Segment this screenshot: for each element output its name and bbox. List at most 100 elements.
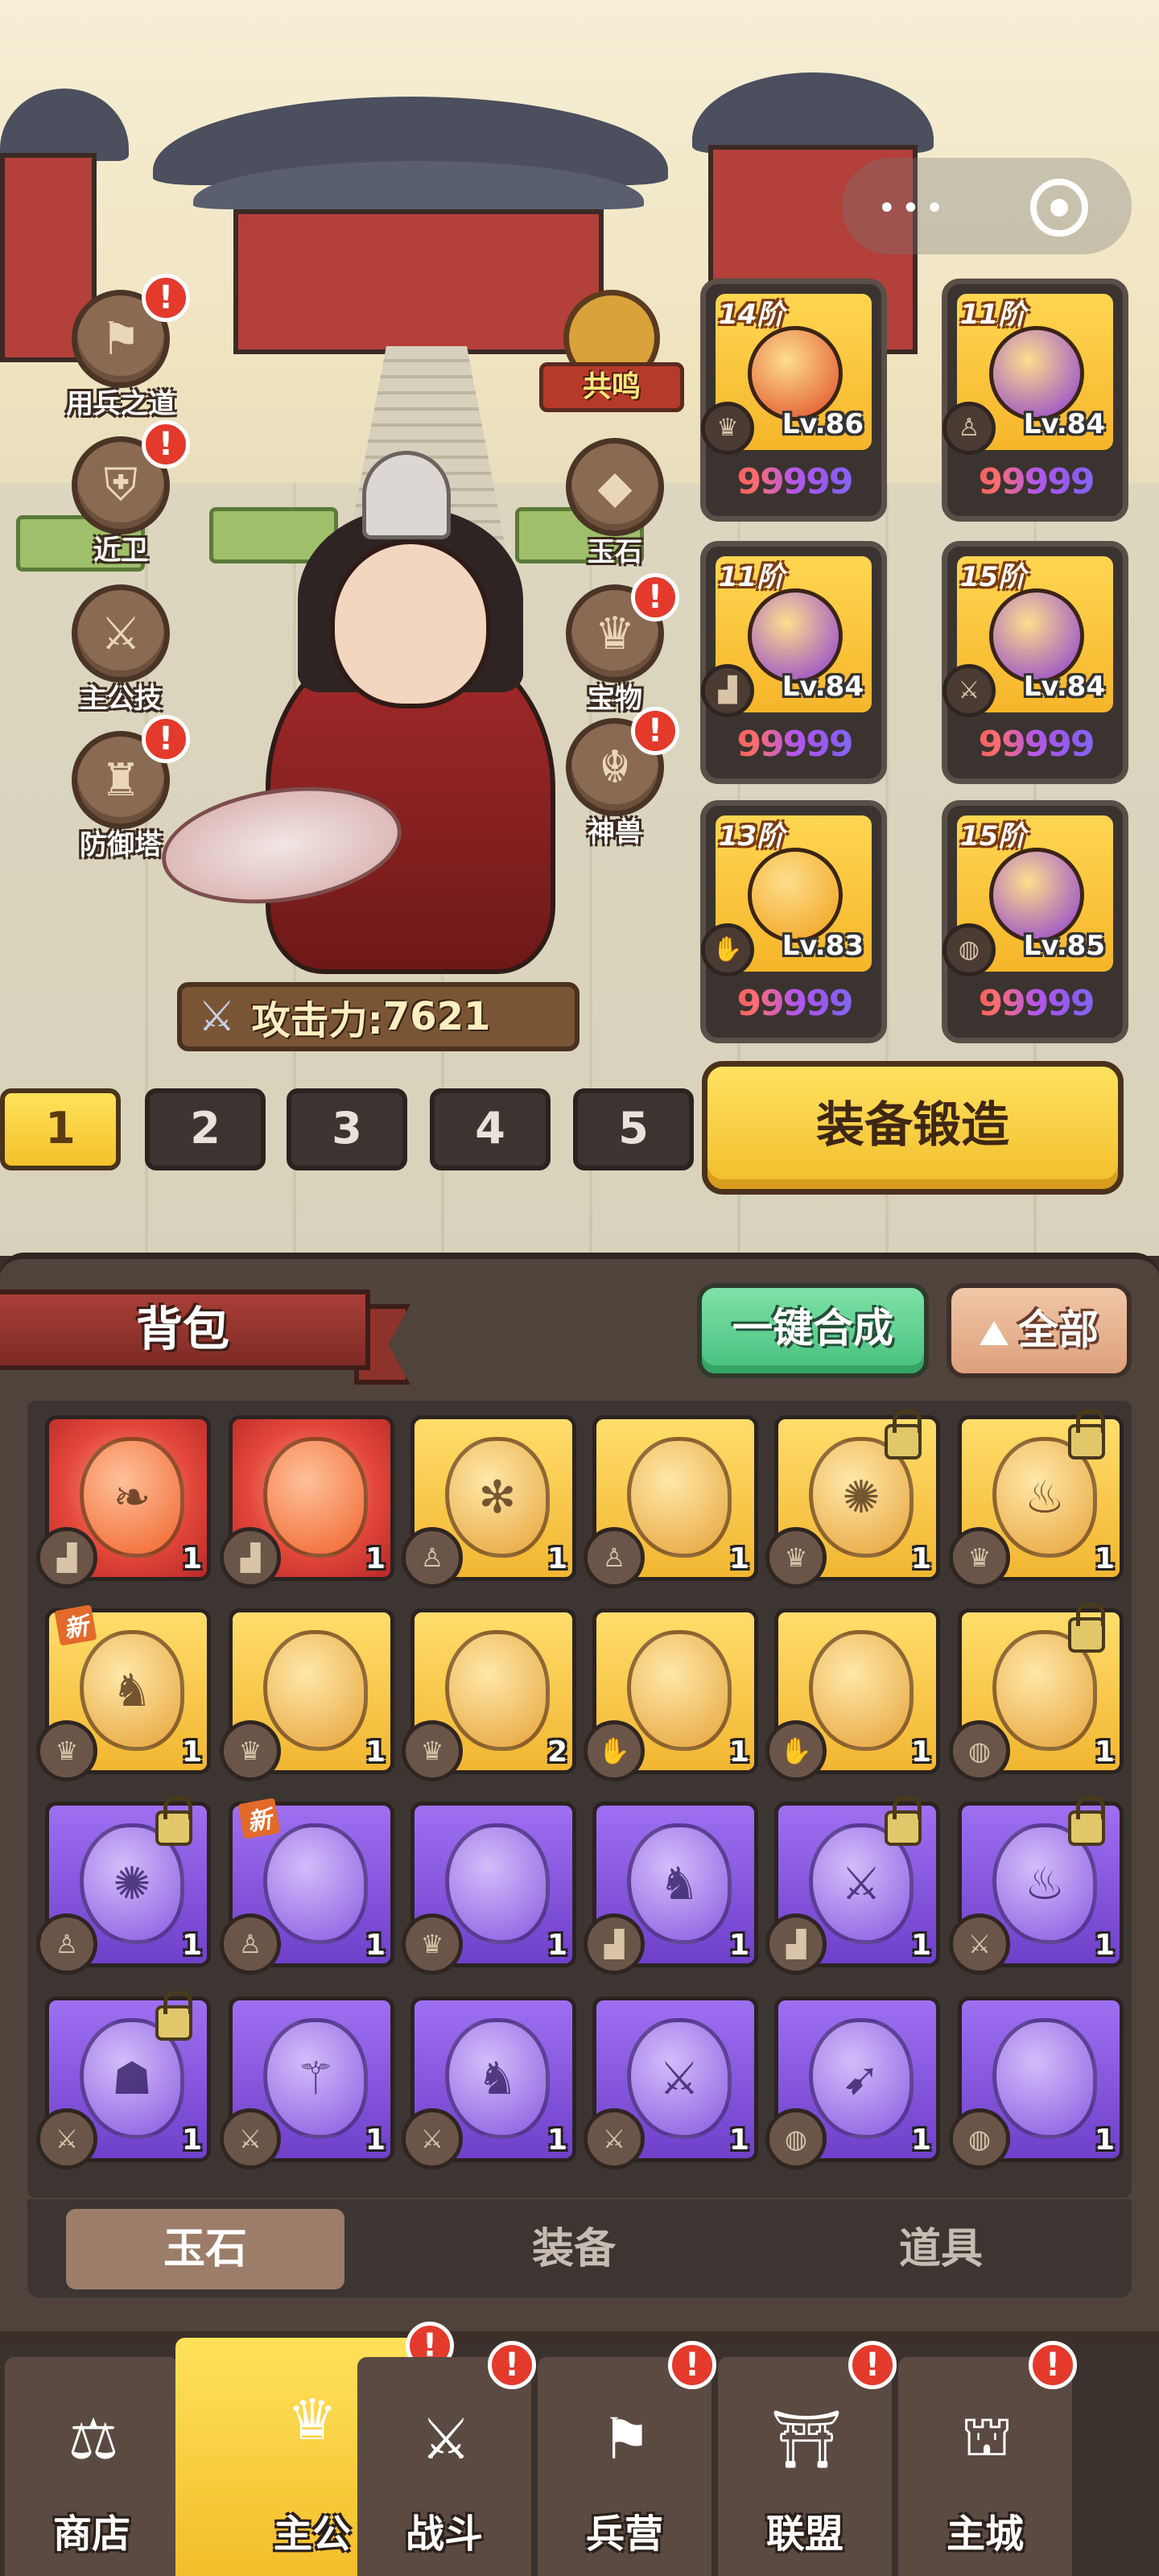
alert-badge: ! bbox=[488, 2341, 536, 2389]
item-count: 1 bbox=[547, 2124, 567, 2157]
bag-item[interactable]: 1 ▟ bbox=[220, 1415, 394, 1588]
item-count: 1 bbox=[910, 1929, 931, 1962]
bag-item[interactable]: 1 ◍ bbox=[949, 1996, 1124, 2169]
tier-label: 15阶 bbox=[960, 820, 1026, 852]
jade-gem-icon bbox=[809, 1630, 914, 1751]
item-count: 2 bbox=[547, 1736, 567, 1769]
loadout-tab-3[interactable]: 3 bbox=[287, 1088, 407, 1170]
bag-item[interactable]: ⚔ 1 ▟ bbox=[765, 1796, 940, 1975]
lock-icon bbox=[155, 1991, 192, 2041]
nav-barracks[interactable]: ⚑ 兵营! bbox=[538, 2341, 716, 2576]
one-click-merge-button[interactable]: 一键合成 bbox=[697, 1283, 929, 1378]
jade-gem-icon: ⚔ bbox=[627, 2018, 732, 2139]
bag-tab-2[interactable]: 道具 bbox=[802, 2209, 1080, 2289]
jade-gem-icon bbox=[627, 1437, 732, 1558]
bag-item[interactable]: ✺ 1 ♙ bbox=[36, 1796, 211, 1975]
loadout-tab-4[interactable]: 4 bbox=[430, 1088, 551, 1170]
loadout-tab-5[interactable]: 5 bbox=[573, 1088, 694, 1170]
loadout-tab-2[interactable]: 2 bbox=[145, 1088, 266, 1170]
more-menu-icon[interactable]: ••• bbox=[877, 190, 949, 227]
loadout-tab-1[interactable]: 1 bbox=[0, 1088, 121, 1170]
item-count: 1 bbox=[728, 1736, 749, 1769]
hero-crown bbox=[362, 451, 451, 539]
ring-slot-icon: ◍ bbox=[949, 2108, 1010, 2169]
bag-item[interactable]: 2 ♛ bbox=[402, 1608, 576, 1781]
equipment-slot-ring[interactable]: 15阶 Lv.85 ◍ 99999 bbox=[942, 800, 1128, 1043]
bag-title: 背包 bbox=[0, 1290, 370, 1370]
sword-slot-icon: ⚔ bbox=[942, 664, 996, 717]
alert-badge: ! bbox=[1029, 2341, 1077, 2389]
bag-item[interactable]: ✺ 1 ♛ bbox=[765, 1410, 940, 1588]
nav-alliance[interactable]: ⛩ 联盟! bbox=[718, 2341, 897, 2576]
lock-icon bbox=[885, 1410, 922, 1459]
bag-item[interactable]: ♨ 1 ♛ bbox=[949, 1410, 1124, 1588]
item-count: 1 bbox=[1094, 1542, 1115, 1575]
helmet-slot-icon: ♛ bbox=[949, 1527, 1010, 1588]
bag-tab-1[interactable]: 装备 bbox=[435, 2209, 713, 2289]
bag-item[interactable]: ☗ 1 ⚔ bbox=[36, 1991, 211, 2169]
armor-slot-icon: ♙ bbox=[220, 1913, 281, 1975]
jade-gem-icon: ❧ bbox=[80, 1437, 184, 1558]
level-label: Lv.84 bbox=[1023, 671, 1105, 703]
filter-all-button[interactable]: 全部 bbox=[947, 1283, 1132, 1378]
item-count: 1 bbox=[365, 1929, 386, 1962]
quality-stars: 99999 bbox=[955, 983, 1116, 1028]
equipment-slot-sword[interactable]: 15阶 Lv.84 ⚔ 99999 bbox=[942, 541, 1128, 784]
level-label: Lv.84 bbox=[782, 671, 864, 703]
level-label: Lv.86 bbox=[782, 408, 864, 440]
equipment-slot-helmet[interactable]: 14阶 Lv.86 ♛ 99999 bbox=[700, 279, 887, 522]
bag-item[interactable]: ♨ 1 ⚔ bbox=[949, 1796, 1124, 1975]
ring-slot-icon: ◍ bbox=[765, 2108, 827, 2169]
sword-slot-icon: ⚔ bbox=[584, 2108, 645, 2169]
bag-item[interactable]: ♞ 1 ▟ bbox=[584, 1802, 758, 1975]
bag-item[interactable]: ⚔ 1 ⚔ bbox=[584, 1996, 758, 2169]
equipment-slot-bracer[interactable]: 13阶 Lv.83 ✋ 99999 bbox=[700, 800, 887, 1043]
nav-shop[interactable]: ⚖ 商店 bbox=[5, 2357, 179, 2576]
jade-gem-icon: ♞ bbox=[80, 1630, 184, 1751]
helmet-slot-icon: ♛ bbox=[701, 402, 754, 455]
lock-icon bbox=[1068, 1603, 1105, 1653]
item-count: 1 bbox=[910, 2124, 931, 2157]
bracer-slot-icon: ✋ bbox=[701, 923, 754, 976]
bag-item[interactable]: ⚚ 1 ⚔ bbox=[220, 1996, 394, 2169]
bag-item[interactable]: 1 ♛ bbox=[220, 1608, 394, 1781]
triangle-icon bbox=[980, 1320, 1008, 1345]
boots-icon bbox=[748, 588, 843, 683]
nav-battle[interactable]: ⚔ 战斗! bbox=[357, 2341, 536, 2576]
bag-tab-0[interactable]: 玉石 bbox=[66, 2209, 344, 2289]
menu-strategy[interactable]: ⚑ 用兵之道 ! bbox=[56, 274, 190, 421]
bag-item[interactable]: ➹ 1 ◍ bbox=[765, 1996, 940, 2169]
resonance-label: 共鸣 bbox=[539, 362, 684, 412]
level-label: Lv.85 bbox=[1023, 930, 1105, 962]
equipment-slot-boots[interactable]: 11阶 Lv.84 ▟ 99999 bbox=[700, 541, 887, 784]
alert-badge: ! bbox=[848, 2341, 897, 2389]
attack-label: 攻击力: bbox=[251, 998, 383, 1043]
nav-label: 商店 bbox=[52, 2512, 130, 2557]
level-label: Lv.84 bbox=[1023, 408, 1105, 440]
equipment-forge-button[interactable]: 装备锻造 bbox=[702, 1061, 1124, 1195]
bag-item[interactable]: ♞ 1 ♛ 新 bbox=[36, 1604, 211, 1781]
bag-item[interactable]: 1 ♙ 新 bbox=[220, 1798, 394, 1975]
barracks-icon: ⚑ bbox=[600, 2406, 652, 2472]
bag-item[interactable]: ✻ 1 ♙ bbox=[402, 1415, 576, 1588]
close-miniprogram-icon[interactable] bbox=[1030, 179, 1088, 237]
item-count: 1 bbox=[1094, 1929, 1115, 1962]
item-count: 1 bbox=[365, 2124, 386, 2157]
item-count: 1 bbox=[728, 1929, 749, 1962]
level-label: Lv.83 bbox=[782, 930, 864, 962]
equipment-slot-armor[interactable]: 11阶 Lv.84 ♙ 99999 bbox=[942, 279, 1128, 522]
jade-gem-icon: ♞ bbox=[445, 2018, 550, 2139]
bracer-slot-icon: ✋ bbox=[584, 1720, 645, 1781]
bag-item[interactable]: ❧ 1 ▟ bbox=[36, 1415, 211, 1588]
bag-item[interactable]: 1 ♙ bbox=[584, 1415, 758, 1588]
bag-item[interactable]: 1 ✋ bbox=[765, 1608, 940, 1781]
bag-item[interactable]: ♞ 1 ⚔ bbox=[402, 1996, 576, 2169]
bag-item[interactable]: 1 ♛ bbox=[402, 1802, 576, 1975]
resonance-button[interactable]: 共鸣 bbox=[539, 290, 684, 412]
armor-icon bbox=[989, 326, 1084, 421]
armor-slot-icon: ♙ bbox=[402, 1527, 463, 1588]
nav-label: 兵营 bbox=[585, 2512, 663, 2557]
bag-item[interactable]: 1 ◍ bbox=[949, 1603, 1124, 1781]
bag-item[interactable]: 1 ✋ bbox=[584, 1608, 758, 1781]
nav-main-city[interactable]: ⛫ 主城! bbox=[898, 2341, 1077, 2576]
